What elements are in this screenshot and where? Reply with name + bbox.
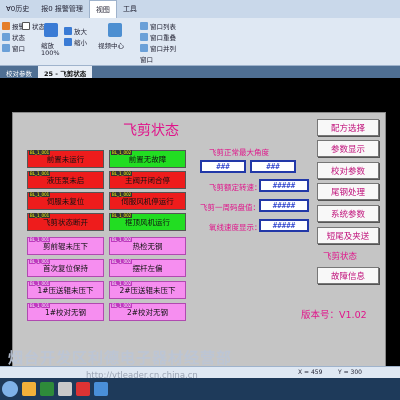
indicator-hydraulic-pump[interactable]: BL_1_001 液压泵未启 — [27, 171, 104, 189]
calibration-params-button[interactable]: 校对参数 — [317, 162, 379, 179]
checkbox-icon — [22, 22, 30, 30]
indicator-roll1-not-down[interactable]: BL_1_001 1#压送辊未压下 — [27, 281, 104, 299]
tile-icon — [140, 44, 148, 52]
indicator-swing-arm-left[interactable]: BL_1_002 摆杆左偏 — [109, 259, 186, 277]
start-icon[interactable] — [2, 381, 18, 397]
window-tile-button[interactable]: 窗口并列 — [140, 43, 176, 53]
design-canvas: 飞剪状态 BL_1_001 前置未运行 BL_1_001 液压泵未启 BL_1_00… — [0, 78, 400, 368]
shear-status-label: 飞剪状态 — [323, 252, 358, 262]
ribbon-tab-view[interactable]: 视图 — [88, 0, 117, 18]
line-speed-field[interactable]: ##### — [259, 219, 309, 232]
video-center-label: 视频中心 — [98, 42, 124, 50]
zoom-out-button[interactable]: 缩小 — [64, 37, 87, 47]
tail-steel-button[interactable]: 尾钢处理 — [317, 183, 379, 200]
ribbon-tab-alarm[interactable]: 报0 报警管理 — [35, 0, 89, 18]
zoom-in-icon — [64, 27, 72, 35]
zoom-value[interactable]: 100% — [41, 49, 60, 57]
ribbon: Ɐ0历史 报0 报警管理 视图 工具 报警 状态 窗口 状态栏 缩放 100% … — [0, 0, 400, 66]
indicator-pinch-roll-not-down[interactable]: BL_1_001 剪前辊未压下 — [27, 237, 104, 255]
version-label: 版本号：V1.02 — [301, 310, 367, 321]
fault-info-button[interactable]: 故障信息 — [317, 267, 379, 284]
status-icon — [2, 33, 10, 41]
app-icon[interactable] — [58, 382, 72, 396]
folder-icon[interactable] — [22, 382, 36, 396]
max-angle-value-1[interactable]: ### — [200, 160, 246, 173]
media-icon[interactable] — [76, 382, 90, 396]
app-window: Ɐ0历史 报0 报警管理 视图 工具 报警 状态 窗口 状态栏 缩放 100% … — [0, 0, 400, 400]
indicator-frame-fan[interactable]: BL_1_002 框顶风机运行 — [109, 213, 186, 231]
window-icon — [2, 44, 10, 52]
rated-speed-label: 飞剪额定转速： — [209, 183, 262, 192]
doc-tab-shear-status[interactable]: 25 - 飞剪状态 — [38, 66, 93, 78]
ribbon-body: 报警 状态 窗口 状态栏 缩放 100% 放大 缩小 视频中心 窗口列表 窗口重… — [0, 18, 400, 65]
max-angle-label: 飞剪正常最大角度 — [209, 148, 269, 157]
hmi-screen: 飞剪状态 BL_1_001 前置未运行 BL_1_001 液压泵未启 BL_1_00… — [12, 112, 386, 368]
alarm-icon — [2, 22, 10, 30]
indicator-main-valve[interactable]: BL_1_002 主阀开闭合停 — [109, 171, 186, 189]
ribbon-tab-history[interactable]: Ɐ0历史 — [0, 0, 35, 18]
indicator-roll2-not-down[interactable]: BL_1_002 2#压送辊未压下 — [109, 281, 186, 299]
window-list-icon — [140, 22, 148, 30]
indicator-shear-disconnected[interactable]: BL_1_001 飞剪状态断开 — [27, 213, 104, 231]
indicator-calib1-no-steel[interactable]: BL_1_001 1#校对无钢 — [27, 303, 104, 321]
zoom-in-button[interactable]: 放大 — [64, 26, 87, 36]
zoom-icon[interactable] — [44, 23, 58, 37]
ribbon-tabs: Ɐ0历史 报0 报警管理 视图 工具 — [0, 0, 400, 18]
status-bar: X = 459 Y = 300 — [0, 366, 400, 378]
excel-icon[interactable] — [40, 382, 54, 396]
indicator-servo-fan[interactable]: BL_1_002 伺服风机停运行 — [109, 192, 186, 210]
line-speed-label: 氧线速度显示： — [209, 223, 262, 232]
indicator-first-reset-hold[interactable]: BL_1_001 首次复位保持 — [27, 259, 104, 277]
max-angle-value-2[interactable]: ### — [250, 160, 296, 173]
taskbar — [0, 378, 400, 400]
cursor-x: X = 459 — [298, 369, 323, 376]
video-center-icon[interactable] — [108, 23, 122, 37]
indicator-front-no-fault[interactable]: BL_1_002 前置无故障 — [109, 150, 186, 168]
document-tabs: 校对参数 25 - 飞剪状态 — [0, 66, 400, 78]
ribbon-window-item[interactable]: 窗口 — [2, 43, 25, 53]
short-tail-pinch-button[interactable]: 短尾及夹送 — [317, 227, 379, 244]
screen-title: 飞剪状态 — [123, 123, 179, 139]
indicator-servo-not-reset[interactable]: BL_1_001 伺服未复位 — [27, 192, 104, 210]
zoom-out-icon — [64, 38, 72, 46]
encoder-field[interactable]: ##### — [259, 199, 309, 212]
ribbon-status-item[interactable]: 状态 — [2, 32, 25, 42]
watermark: 烟台开发区利德电子器材经营部 — [8, 349, 233, 367]
indicator-hot-detect-no-steel[interactable]: BL_1_002 热检无钢 — [109, 237, 186, 255]
recipe-select-button[interactable]: 配方选择 — [317, 119, 379, 136]
rated-speed-field[interactable]: ##### — [259, 179, 309, 192]
cascade-icon — [140, 33, 148, 41]
hmi-editor-icon[interactable] — [94, 382, 108, 396]
encoder-label: 飞剪一周码盘值： — [200, 203, 260, 212]
window-list-button[interactable]: 窗口列表 — [140, 21, 176, 31]
cursor-y: Y = 300 — [338, 369, 362, 376]
doc-tab-calibration[interactable]: 校对参数 — [0, 66, 38, 78]
indicator-front-not-running[interactable]: BL_1_001 前置未运行 — [27, 150, 104, 168]
system-params-button[interactable]: 系统参数 — [317, 205, 379, 222]
indicator-calib2-no-steel[interactable]: BL_1_002 2#校对无钢 — [109, 303, 186, 321]
window-cascade-button[interactable]: 窗口重叠 — [140, 32, 176, 42]
window-group-label: 窗口 — [140, 56, 153, 64]
param-display-button[interactable]: 参数显示 — [317, 140, 379, 157]
ribbon-tab-tools[interactable]: 工具 — [117, 0, 143, 18]
